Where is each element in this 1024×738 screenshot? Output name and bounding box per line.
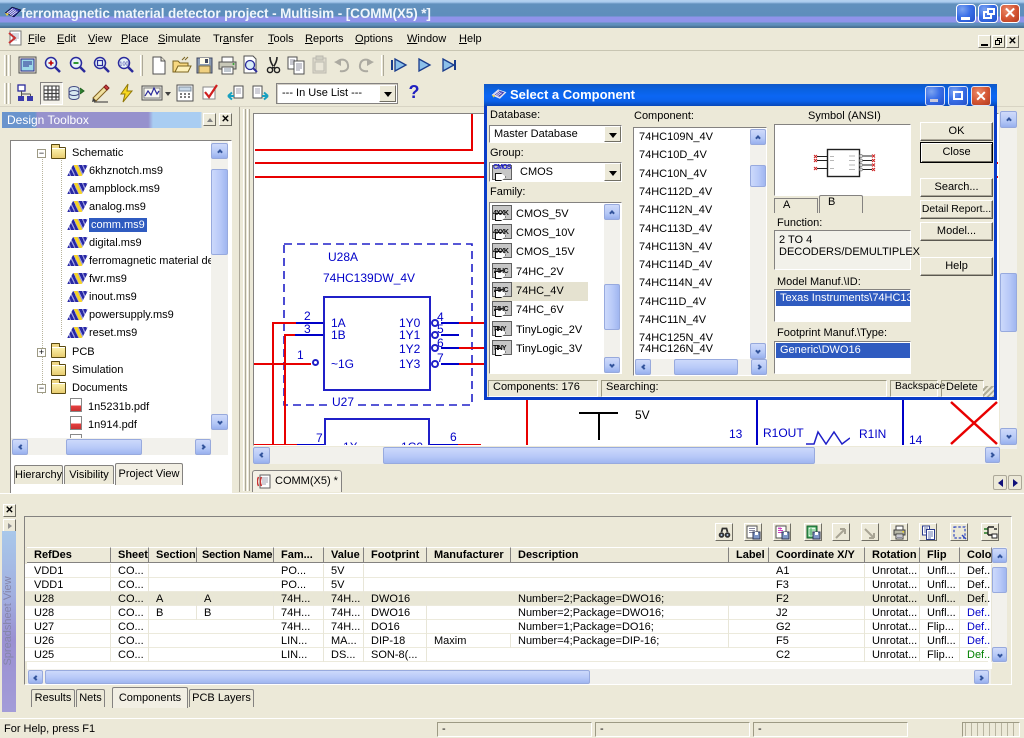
svg-text:100: 100 [119,62,128,68]
